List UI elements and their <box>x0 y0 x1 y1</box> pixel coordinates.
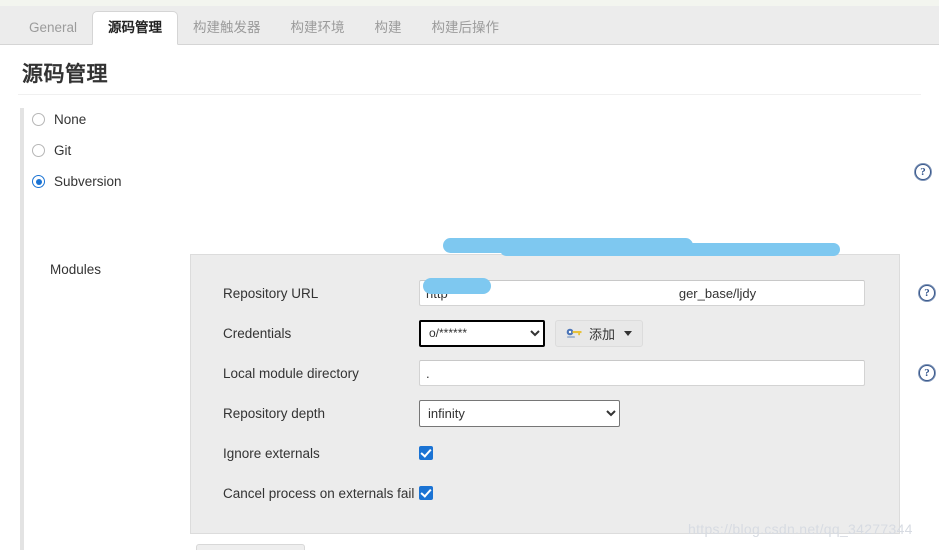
key-icon <box>566 327 583 339</box>
config-page-body: 源码管理 None Git Subversion ? Modules Repos… <box>0 45 939 550</box>
config-tab-bar: General 源码管理 构建触发器 构建环境 构建 构建后操作 <box>0 6 939 45</box>
repository-depth-select[interactable]: infinity <box>419 399 620 427</box>
label-ignore-externals: Ignore externals <box>223 445 320 461</box>
label-repository-url: Repository URL <box>223 285 319 301</box>
additional-credentials-accent-bar <box>20 538 24 550</box>
label-local-module-directory: Local module directory <box>223 365 359 381</box>
add-credentials-button[interactable]: 添加 <box>555 319 644 347</box>
help-icon-subversion[interactable]: ? <box>915 164 931 180</box>
row-ignore-externals: Ignore externals ? <box>191 433 899 473</box>
tab-source-code-management[interactable]: 源码管理 <box>92 11 179 45</box>
scm-radio-group: None Git Subversion <box>20 104 920 240</box>
label-cancel-process-on-externals-fail: Cancel process on externals fail <box>223 485 415 501</box>
scm-option-git[interactable]: Git <box>32 135 920 166</box>
jenkins-job-config-screen: General 源码管理 构建触发器 构建环境 构建 构建后操作 源码管理 No… <box>0 0 939 550</box>
radio-git-label[interactable]: Git <box>54 143 71 158</box>
tab-general[interactable]: General <box>14 11 92 44</box>
label-credentials: Credentials <box>223 325 292 341</box>
page-title: 源码管理 <box>22 63 108 86</box>
row-repository-url: Repository URL ? <box>191 273 935 313</box>
modules-panel: Repository URL ? Credentials <box>190 254 935 534</box>
radio-none[interactable] <box>32 113 45 126</box>
radio-subversion[interactable] <box>32 175 45 188</box>
row-cancel-process-on-externals-fail: Cancel process on externals fail ? <box>191 473 899 513</box>
scm-option-subversion[interactable]: Subversion <box>32 166 920 197</box>
row-credentials: Credentials o/****** 添加 <box>191 313 899 353</box>
ignore-externals-checkbox[interactable] <box>419 446 433 460</box>
add-credentials-label: 添加 <box>589 326 616 342</box>
modules-section-label: Modules <box>50 262 102 277</box>
help-icon-repository-url[interactable]: ? <box>919 285 935 301</box>
label-repository-depth: Repository depth <box>223 405 326 421</box>
tab-build-triggers[interactable]: 构建触发器 <box>178 11 276 44</box>
credentials-select[interactable]: o/****** <box>419 319 545 347</box>
title-divider <box>18 94 921 95</box>
radio-git[interactable] <box>32 144 45 157</box>
help-icon-local-module-directory[interactable]: ? <box>919 365 935 381</box>
radio-subversion-label[interactable]: Subversion <box>54 174 122 189</box>
modules-section-accent-bar <box>20 206 24 550</box>
add-module-button[interactable]: Add module... <box>196 544 306 550</box>
repository-url-input[interactable] <box>419 280 865 306</box>
local-module-directory-input[interactable] <box>419 360 865 386</box>
tab-build[interactable]: 构建 <box>360 11 417 44</box>
row-local-module-directory: Local module directory ? <box>191 353 935 393</box>
cancel-process-on-externals-fail-checkbox[interactable] <box>419 486 433 500</box>
tab-post-build-actions[interactable]: 构建后操作 <box>417 11 515 44</box>
tab-build-environment[interactable]: 构建环境 <box>276 11 360 44</box>
chevron-down-icon[interactable] <box>624 330 633 336</box>
scm-option-none[interactable]: None <box>32 104 920 135</box>
row-repository-depth: Repository depth infinity ? <box>191 393 899 433</box>
radio-none-label[interactable]: None <box>54 112 86 127</box>
